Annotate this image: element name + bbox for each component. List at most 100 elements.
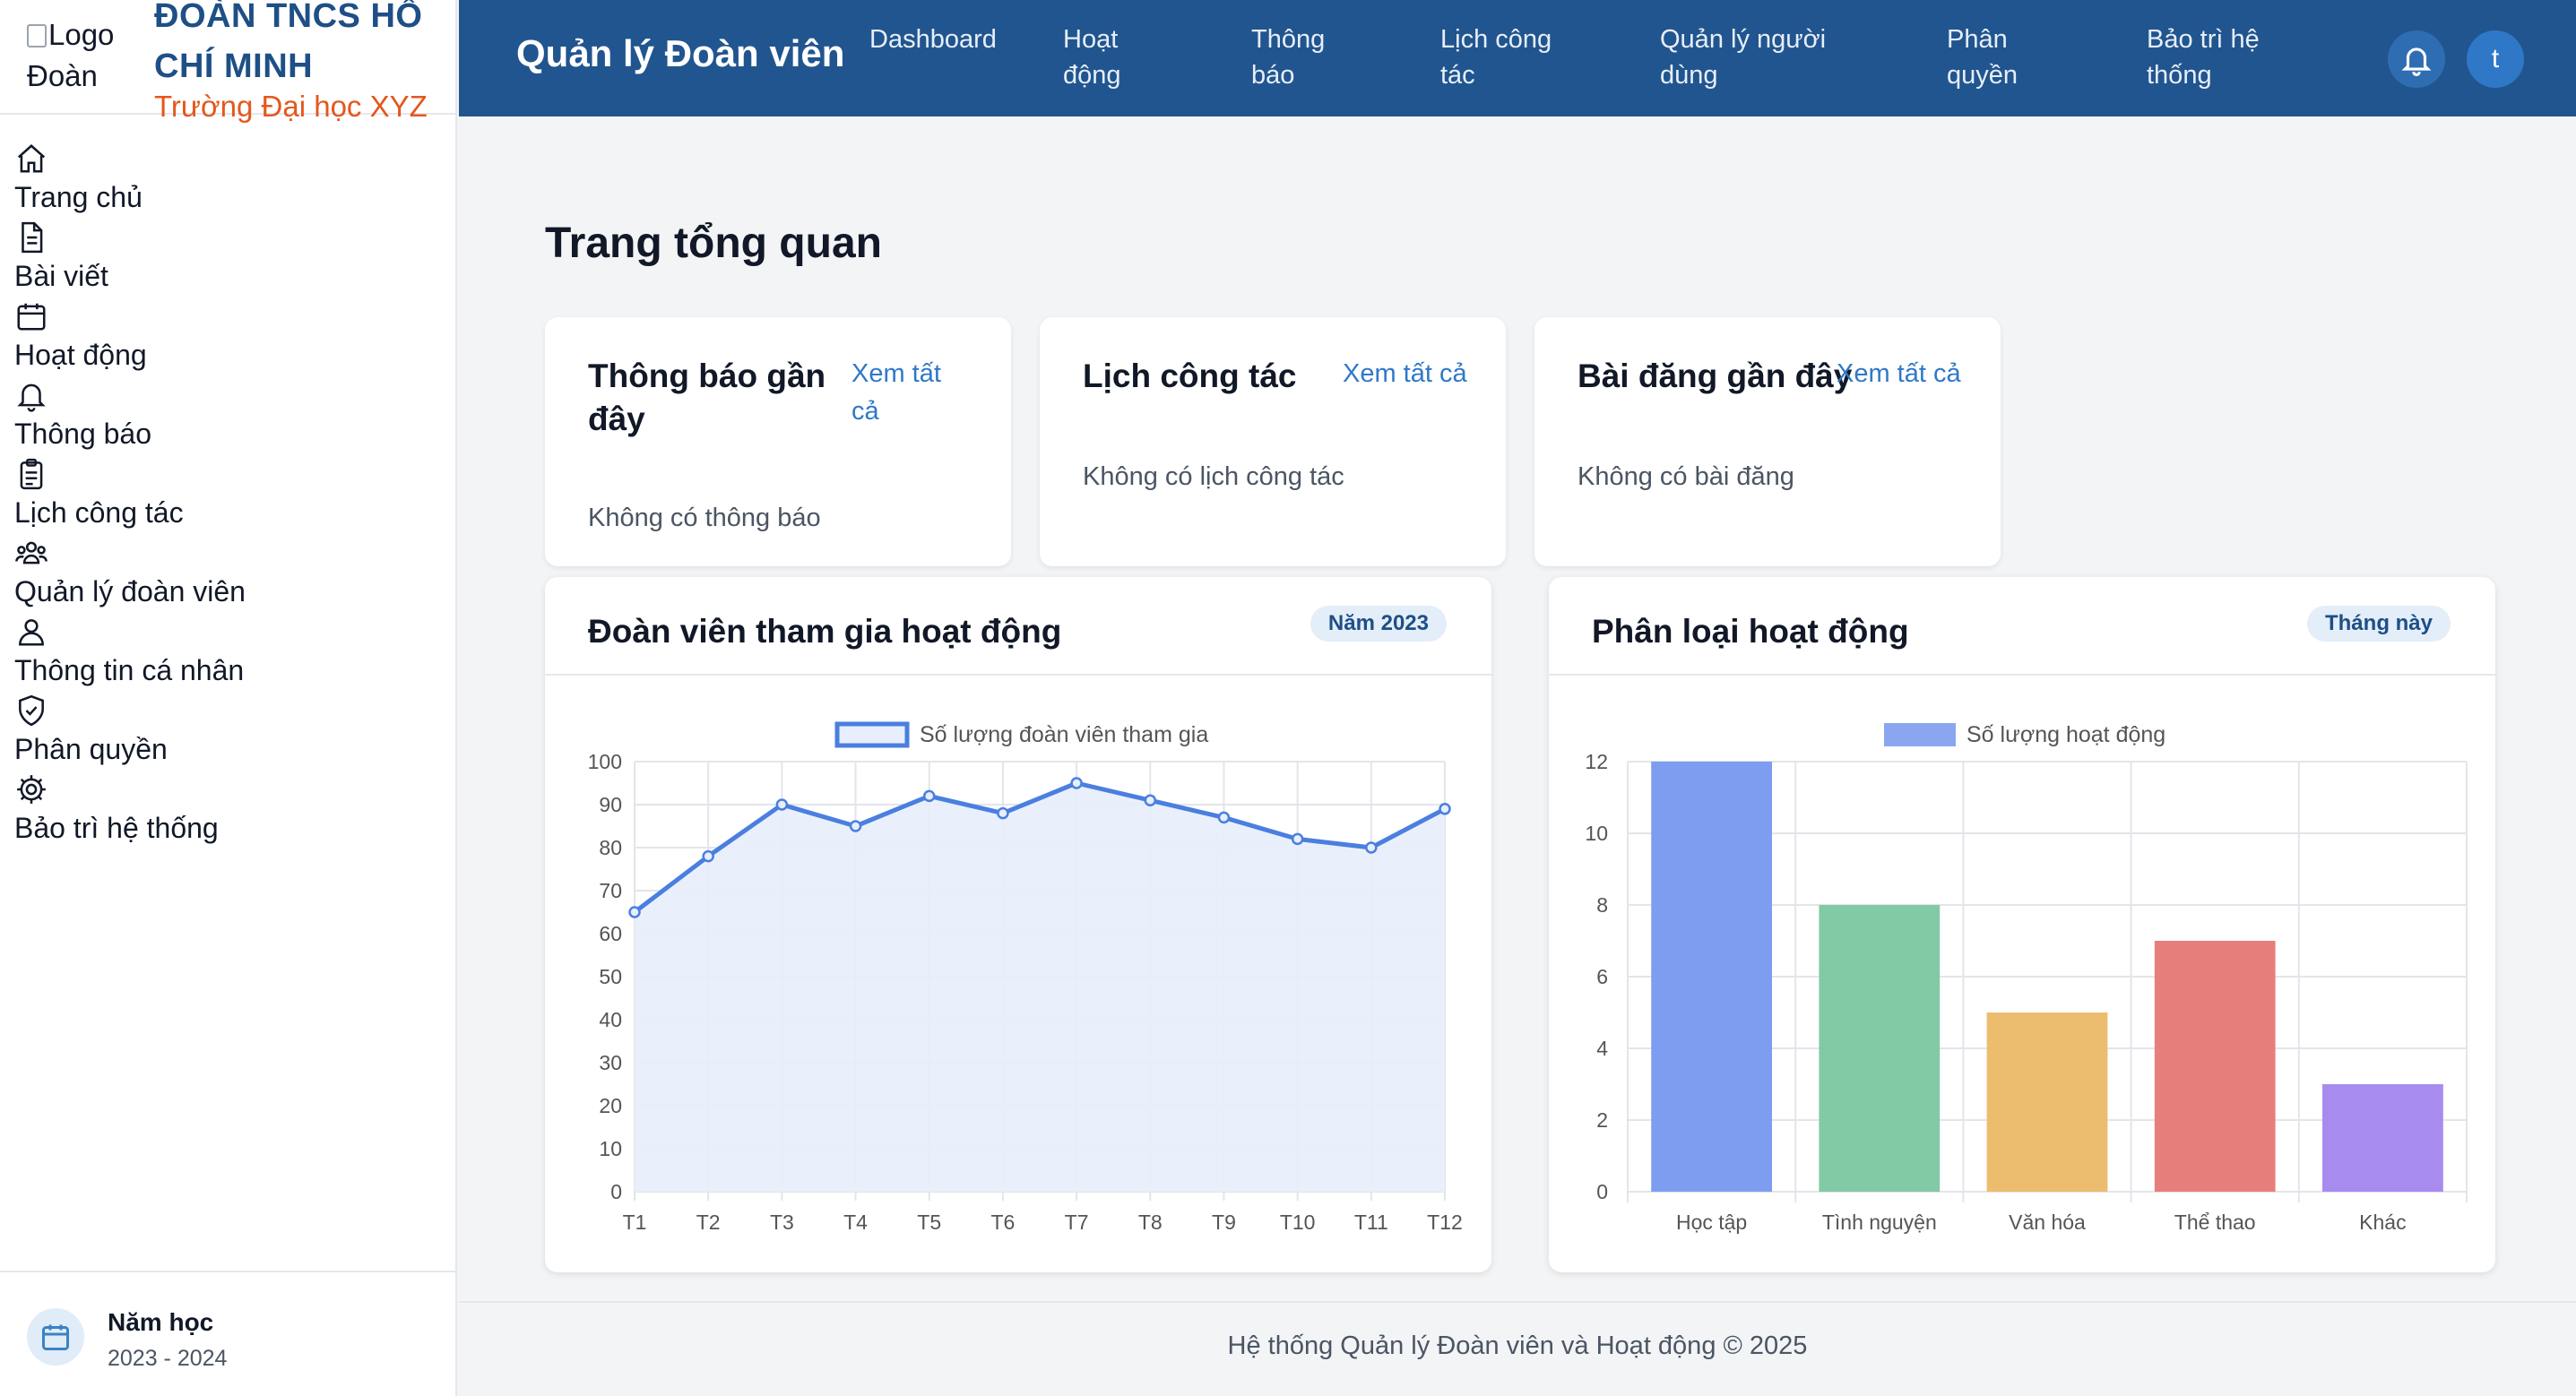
top-navbar: Quản lý Đoàn viên Dashboard Hoạt động Th… — [459, 0, 2576, 116]
y-tick-label: 8 — [1596, 893, 1608, 917]
view-all-link[interactable]: Xem tất cả — [1837, 355, 1961, 392]
brand-title: ĐOÀN TNCS HỒ CHÍ MINH — [154, 0, 423, 85]
sidebar-item-label: Thông tin cá nhân — [14, 654, 245, 686]
nav-link-hoat-dong[interactable]: Hoạt động — [1063, 22, 1162, 93]
sidebar-item-label: Thông báo — [14, 418, 152, 450]
sidebar: Logo Đoàn ĐOÀN TNCS HỒ CHÍ MINH Trường Đ… — [0, 0, 457, 1396]
sidebar-item-label: Bài viết — [14, 260, 108, 292]
sidebar-item-bai-viet[interactable]: Bài viết — [14, 220, 445, 299]
card-title: Thông báo gần đây — [588, 358, 826, 437]
sidebar-item-hoat-dong[interactable]: Hoạt động — [14, 299, 445, 378]
nav-link-quan-ly-nguoi-dung[interactable]: Quản lý người dùng — [1660, 22, 1839, 93]
x-tick-label: T2 — [696, 1211, 721, 1234]
legend-label: Số lượng đoàn viên tham gia — [920, 722, 1208, 747]
x-tick-label: T10 — [1280, 1211, 1316, 1234]
school-year-label: Năm học — [108, 1308, 214, 1336]
sidebar-item-label: Hoạt động — [14, 339, 147, 371]
sidebar-item-phan-quyen[interactable]: Phân quyền — [14, 694, 445, 772]
sidebar-item-quan-ly-doan-vien[interactable]: Quản lý đoàn viên — [14, 536, 445, 615]
sidebar-item-label: Quản lý đoàn viên — [14, 575, 246, 608]
users-icon — [14, 536, 50, 572]
data-point — [922, 789, 936, 803]
bar — [2322, 1084, 2443, 1192]
data-point — [849, 820, 862, 832]
x-tick-label: T1 — [623, 1211, 647, 1234]
user-avatar[interactable]: t — [2467, 30, 2524, 88]
sidebar-item-label: Trang chủ — [14, 181, 143, 213]
x-tick-label: T11 — [1354, 1211, 1388, 1234]
y-tick-label: 2 — [1596, 1108, 1608, 1132]
nav-link-phan-quyen[interactable]: Phân quyền — [1947, 22, 2045, 93]
page-title: Trang tổng quan — [545, 220, 882, 267]
nav-link-dashboard[interactable]: Dashboard — [869, 22, 1013, 57]
sidebar-item-thong-bao[interactable]: Thông báo — [14, 378, 445, 457]
y-tick-label: 4 — [1596, 1037, 1608, 1060]
calendar-icon — [27, 1308, 84, 1366]
card-title: Lịch công tác — [1083, 358, 1297, 394]
x-tick-label: Học tập — [1676, 1211, 1747, 1234]
sidebar-item-bao-tri-he-thong[interactable]: Bảo trì hệ thống — [14, 772, 445, 851]
school-year-value: 2023 - 2024 — [108, 1346, 228, 1371]
y-tick-label: 40 — [599, 1008, 622, 1031]
activity-bar-chart: 0 2 4 6 8 10 12 Học tập Tình nguyện Văn hóa Thể th… — [1585, 722, 2468, 1234]
participation-line-chart: 0 10 20 30 40 50 60 70 80 90 100 T1 T2 T3 T4 T5 T6 T7 T8 T9… — [588, 721, 1463, 1234]
view-all-link[interactable]: Xem tất cả — [1343, 355, 1467, 392]
nav-link-bao-tri-he-thong[interactable]: Bảo trì hệ thống — [2147, 22, 2272, 93]
recent-notifications-card: Thông báo gần đây Xem tất cả Không có th… — [545, 317, 1011, 566]
y-tick-label: 90 — [599, 793, 622, 816]
y-tick-label: 80 — [599, 836, 622, 859]
home-icon — [14, 142, 50, 177]
series-area — [635, 783, 1445, 1192]
sidebar-item-label: Phân quyền — [14, 733, 168, 765]
nav-link-thong-bao[interactable]: Thông báo — [1251, 22, 1350, 93]
logo-image[interactable]: Logo Đoàn — [27, 14, 143, 97]
footer: Hệ thống Quản lý Đoàn viên và Hoạt động … — [459, 1301, 2576, 1396]
bar — [1651, 762, 1772, 1192]
x-tick-label: Thể thao — [2174, 1211, 2256, 1234]
data-point — [1144, 794, 1157, 806]
x-tick-label: T6 — [990, 1211, 1015, 1234]
data-point — [1365, 841, 1378, 854]
x-tick-label: Tình nguyện — [1822, 1211, 1937, 1234]
x-tick-label: T9 — [1212, 1211, 1236, 1234]
shield-check-icon — [14, 694, 50, 729]
empty-message: Không có thông báo — [588, 504, 821, 532]
sidebar-item-lich-cong-tac[interactable]: Lịch công tác — [14, 457, 445, 536]
app-title[interactable]: Quản lý Đoàn viên — [516, 32, 844, 75]
sidebar-item-label: Bảo trì hệ thống — [14, 812, 219, 844]
legend-swatch — [834, 721, 910, 748]
x-tick-label: Văn hóa — [2009, 1211, 2086, 1234]
data-point — [702, 849, 714, 863]
y-tick-label: 0 — [610, 1180, 622, 1203]
sidebar-item-thong-tin-ca-nhan[interactable]: Thông tin cá nhân — [14, 615, 445, 694]
broken-image-icon — [27, 24, 47, 47]
document-icon — [14, 220, 50, 256]
user-icon — [14, 615, 50, 651]
x-tick-label: T4 — [843, 1211, 868, 1234]
brand-header: Logo Đoàn ĐOÀN TNCS HỒ CHÍ MINH Trường Đ… — [0, 0, 457, 123]
x-tick-label: T7 — [1065, 1211, 1089, 1234]
brand-subtitle: Trường Đại học XYZ — [154, 90, 428, 123]
data-point — [1217, 811, 1231, 824]
work-schedule-card: Lịch công tác Xem tất cả Không có lịch c… — [1040, 317, 1506, 566]
y-tick-label: 30 — [599, 1051, 622, 1074]
legend-swatch — [1884, 723, 1956, 746]
sidebar-item-label: Lịch công tác — [14, 496, 184, 529]
bell-icon — [2401, 47, 2432, 76]
data-point — [775, 798, 789, 811]
notification-bell-button[interactable] — [2388, 30, 2445, 88]
x-tick-label: Khác — [2359, 1211, 2406, 1234]
data-point — [1070, 777, 1083, 789]
card-title: Bài đăng gần đây — [1578, 358, 1853, 394]
view-all-link[interactable]: Xem tất cả — [851, 355, 968, 430]
x-tick-label: T5 — [917, 1211, 941, 1234]
y-tick-label: 50 — [599, 965, 622, 988]
gear-icon — [14, 772, 50, 808]
sidebar-item-trang-chu[interactable]: Trang chủ — [14, 142, 445, 220]
empty-message: Không có bài đăng — [1578, 462, 1794, 491]
nav-link-lich-cong-tac[interactable]: Lịch công tác — [1440, 22, 1575, 93]
x-tick-label: T12 — [1427, 1211, 1463, 1234]
bar — [1819, 905, 1941, 1192]
bell-icon — [14, 378, 50, 414]
y-tick-label: 20 — [599, 1094, 622, 1117]
